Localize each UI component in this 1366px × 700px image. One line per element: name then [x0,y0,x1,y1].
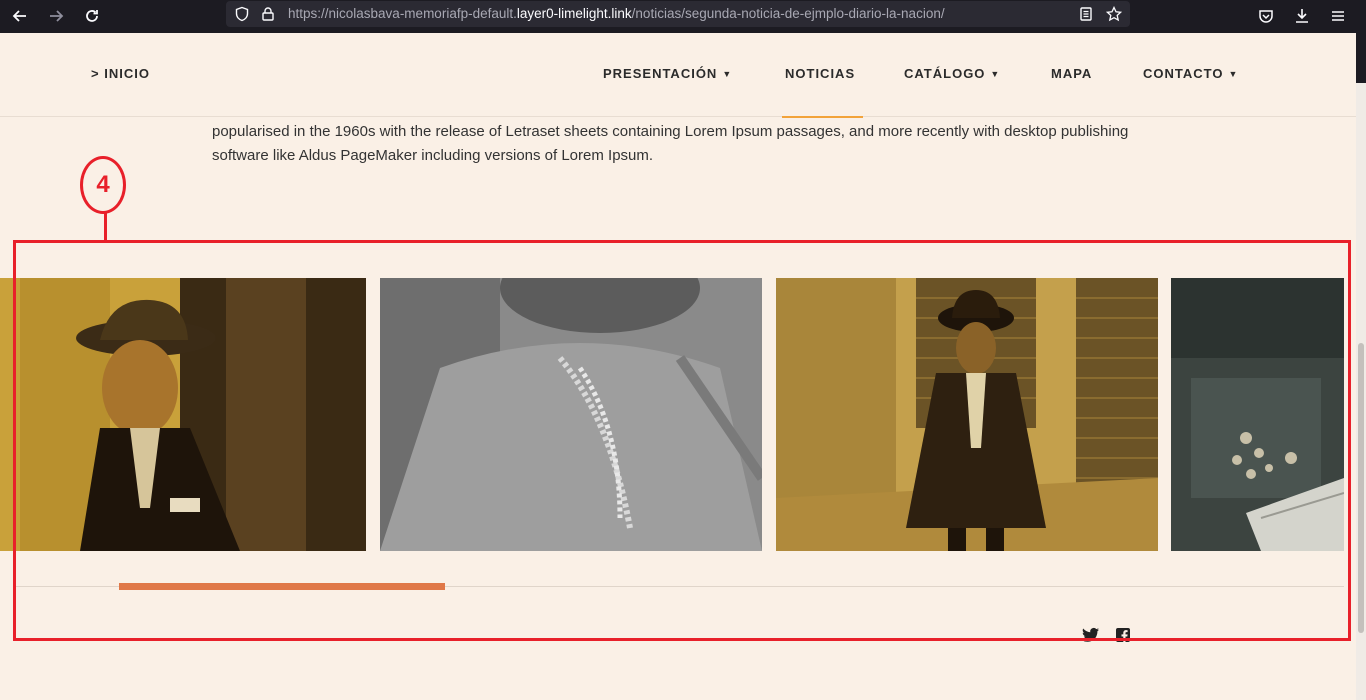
annotation-connector [104,213,107,241]
back-icon[interactable] [8,4,32,28]
url-text[interactable]: https://nicolasbava-memoriafp-default.la… [288,6,945,21]
nav-noticias-label: NOTICIAS [785,66,856,81]
home-link[interactable]: > INICIO [91,66,150,81]
bookmark-star-icon[interactable] [1104,4,1124,24]
url-bar[interactable]: https://nicolasbava-memoriafp-default.la… [226,1,1130,27]
url-prefix: https://nicolasbava-memoriafp-default. [288,6,517,21]
reader-view-icon[interactable] [1076,4,1096,24]
nav-contacto[interactable]: CONTACTO ▼ [1143,66,1238,81]
scrollbar-thumb[interactable] [1358,343,1364,633]
nav-catalogo-label: CATÁLOGO [904,66,986,81]
pocket-icon[interactable] [1254,4,1278,28]
download-icon[interactable] [1290,4,1314,28]
page-scrollbar[interactable] [1356,33,1366,700]
nav-noticias[interactable]: NOTICIAS [785,66,855,81]
reload-icon[interactable] [80,4,104,28]
nav-presentacion[interactable]: PRESENTACIÓN ▼ [603,66,732,81]
caret-down-icon: ▼ [722,69,733,79]
url-host: layer0-limelight.link [516,6,632,21]
site-header: > INICIO PRESENTACIÓN ▼ NOTICIAS CATÁLOGO… [0,33,1356,118]
lock-icon[interactable] [258,4,278,24]
annotation-highlight-box [13,240,1351,641]
shield-icon[interactable] [232,4,252,24]
annotation-marker: 4 [80,156,126,214]
nav-presentacion-label: PRESENTACIÓN [603,66,718,81]
forward-icon[interactable] [44,4,68,28]
browser-toolbar: https://nicolasbava-memoriafp-default.la… [0,0,1366,33]
caret-down-icon: ▼ [1228,69,1239,79]
caret-down-icon: ▼ [990,69,1001,79]
nav-mapa-label: MAPA [1051,66,1093,81]
scrollbar-track-top [1356,33,1366,83]
nav-contacto-label: CONTACTO [1143,66,1224,81]
nav-catalogo[interactable]: CATÁLOGO ▼ [904,66,1000,81]
url-path: /noticias/segunda-noticia-de-ejmplo-diar… [631,6,945,21]
nav-mapa[interactable]: MAPA [1051,66,1092,81]
article-paragraph: popularised in the 1960s with the releas… [212,123,1129,164]
active-nav-indicator [782,116,863,118]
menu-icon[interactable] [1326,4,1350,28]
